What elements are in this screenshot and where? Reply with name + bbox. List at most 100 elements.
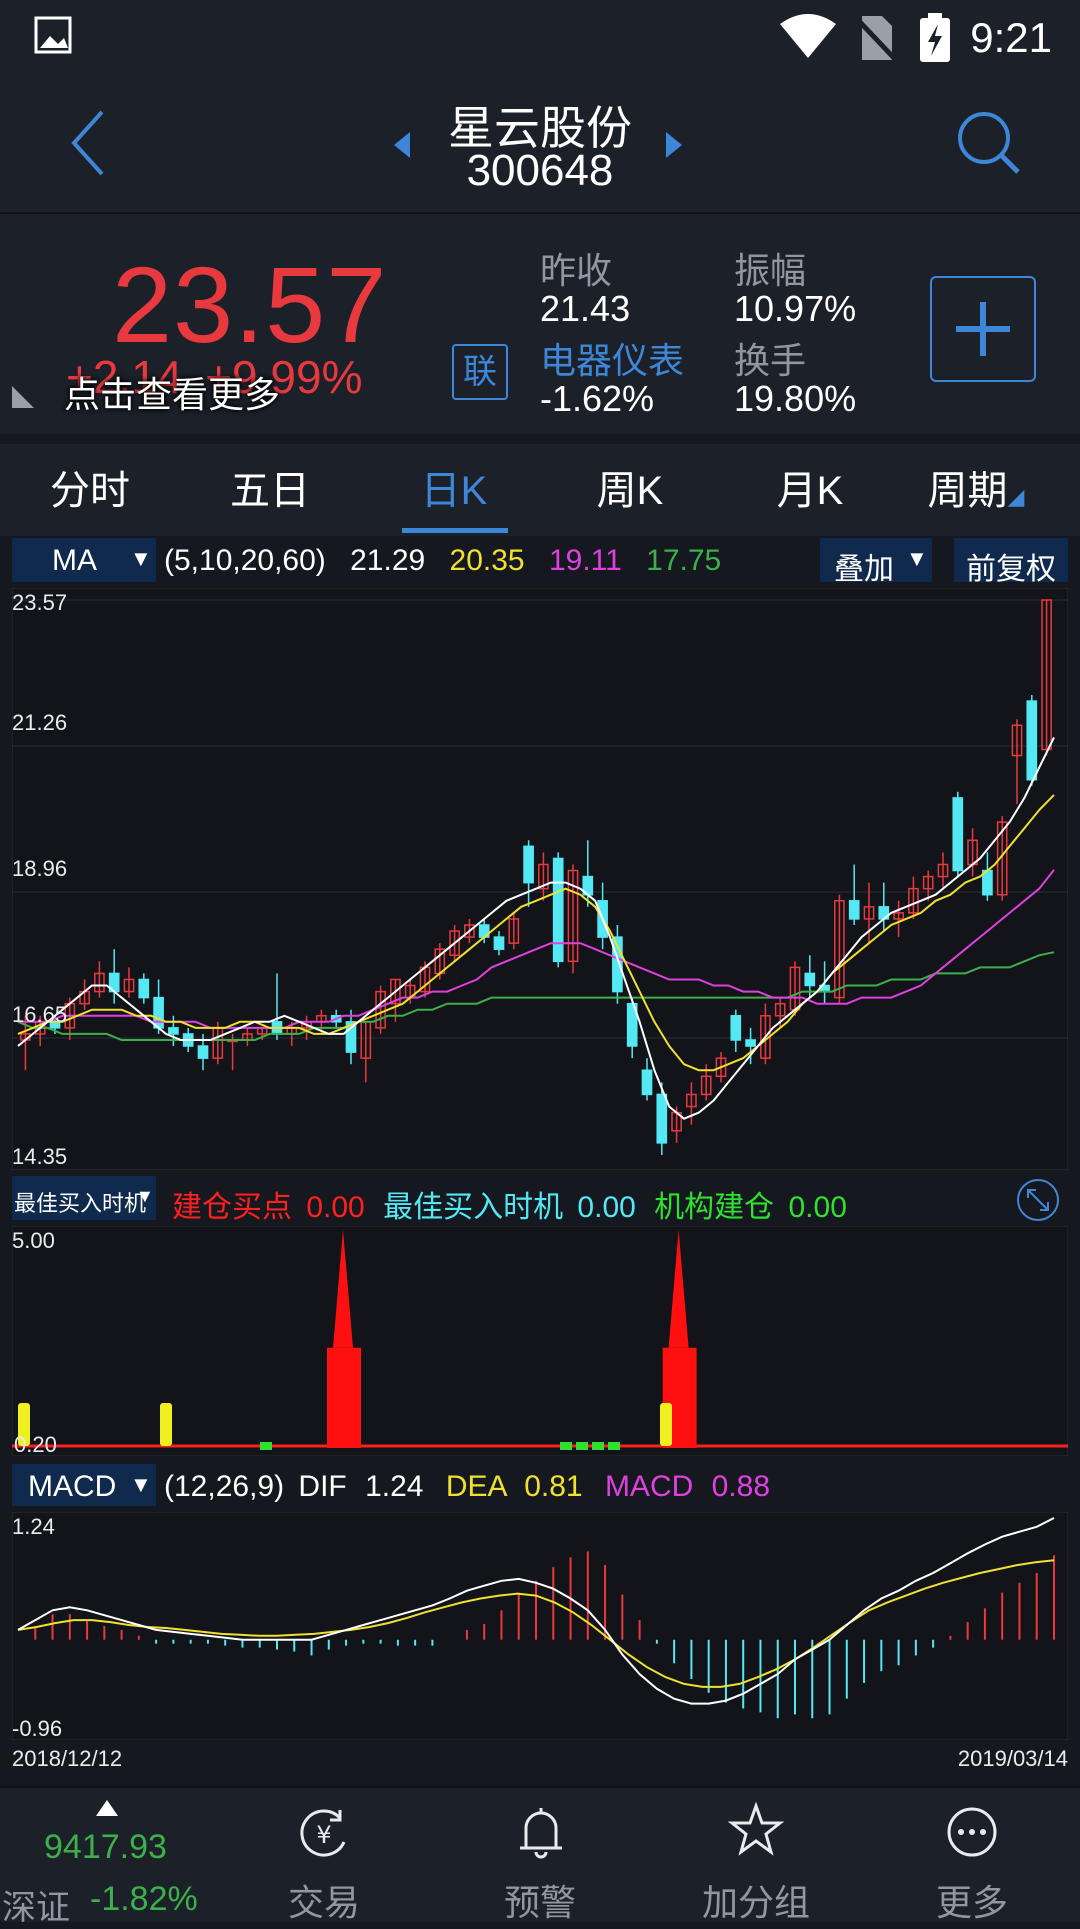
search-icon[interactable] — [956, 110, 1022, 176]
turnover-value: 19.80% — [734, 378, 857, 419]
macd-values: (12,26,9) DIF 1.24 DEA 0.81 MACD 0.88 — [164, 1470, 770, 1504]
price-axis-top: 23.57 — [12, 590, 68, 615]
chevron-down-icon: ▼ — [136, 1186, 154, 1206]
candle-body — [1026, 700, 1038, 781]
candle-body — [848, 900, 860, 920]
ma5-value: 21.29 — [350, 544, 426, 577]
inst-value: 0.00 — [788, 1191, 847, 1224]
chevron-down-icon: ▼ — [130, 546, 152, 571]
nav-add-group[interactable]: 加分组 — [676, 1788, 836, 1923]
ma-bar: MA ▼ (5,10,20,60) 21.29 20.35 19.11 17.7… — [0, 536, 1080, 586]
active-tab-indicator — [402, 528, 508, 533]
macd-selector-label: MACD — [28, 1470, 117, 1503]
dif-value: 1.24 — [365, 1470, 424, 1503]
macd-label: MACD — [604, 1470, 694, 1503]
candle-body — [552, 857, 564, 963]
star-icon — [728, 1802, 784, 1856]
tab-intraday[interactable]: 分时 — [10, 458, 170, 516]
view-more-hint[interactable]: 点击查看更多 — [64, 366, 280, 418]
price-axis-3: 18.96 — [12, 856, 68, 881]
macd-chart[interactable] — [12, 1512, 1068, 1740]
nav-alert[interactable]: 预警 — [460, 1788, 620, 1923]
tab-five-day[interactable]: 五日 — [190, 458, 350, 516]
nav-more-label: 更多 — [935, 1882, 1008, 1923]
tab-daily-k[interactable]: 日K — [374, 458, 534, 516]
macd-selector[interactable]: MACD ▼ — [12, 1464, 156, 1506]
candle-body — [523, 845, 534, 884]
candle-body — [153, 996, 164, 1029]
prev-close-value: 21.43 — [540, 288, 631, 329]
ma60-value: 17.75 — [646, 544, 722, 577]
ma-params: (5,10,20,60) — [164, 544, 326, 577]
dea-label: DEA — [445, 1470, 506, 1503]
macd-bar: MACD ▼ (12,26,9) DIF 1.24 DEA 0.81 MACD … — [0, 1460, 1080, 1510]
sector-change: -1.62% — [540, 378, 655, 419]
signal-peak-base — [327, 1347, 362, 1448]
overlay-selector[interactable]: 叠加 ▼ — [820, 538, 932, 586]
quote-panel[interactable]: 23.57 +2.14 +9.99% 点击查看更多 联 昨收 21.43 电器仪… — [0, 214, 1080, 434]
tab-weekly-k[interactable]: 周K — [550, 458, 710, 516]
signal-bar: 最佳买入时机 ▼ 建仓买点 0.00 最佳买入时机 0.00 机构建仓 0.00 — [0, 1172, 1080, 1224]
ma20-value: 19.11 — [548, 544, 622, 577]
candle-body — [804, 972, 816, 987]
dif-label: DIF — [298, 1470, 347, 1503]
nav-more[interactable]: 更多 — [892, 1788, 1052, 1923]
signal-selector-label: 最佳买入时机 — [14, 1191, 147, 1216]
wifi-icon — [780, 14, 836, 58]
chevron-down-icon: ▼ — [906, 546, 928, 571]
ma10-value: 20.35 — [449, 544, 525, 577]
bottom-nav: 9417.93 深证 -1.82% ¥ 交易 预警 加分组 更多 — [0, 1786, 1080, 1927]
nav-alert-label: 预警 — [503, 1882, 576, 1923]
candle-body — [730, 1015, 742, 1041]
macd-params: (12,26,9) — [164, 1470, 285, 1503]
chevron-down-icon: ▼ — [130, 1472, 152, 1497]
kline-chart[interactable] — [12, 588, 1068, 1170]
current-price: 23.57 — [112, 244, 388, 365]
build-label: 建仓买点 — [172, 1191, 292, 1224]
signal-chart[interactable] — [12, 1226, 1068, 1456]
date-end: 2019/03/14 — [957, 1746, 1068, 1771]
signal-selector[interactable]: 最佳买入时机 ▼ — [12, 1176, 156, 1220]
tab-monthly-k[interactable]: 月K — [730, 458, 890, 516]
price-axis-bottom: 14.35 — [12, 1144, 68, 1169]
next-stock-icon[interactable] — [664, 130, 684, 160]
add-watchlist-button[interactable] — [930, 276, 1036, 382]
kline-panel — [12, 588, 1068, 1170]
prev-close-label: 昨收 — [540, 250, 613, 291]
macd-axis-bottom: -0.96 — [12, 1716, 63, 1741]
expand-icon[interactable] — [1016, 1178, 1060, 1222]
signal-yellow-bar — [160, 1403, 172, 1446]
signal-green-mark — [592, 1442, 604, 1450]
signal-green-mark — [576, 1442, 588, 1450]
index-name: 深证 — [2, 1889, 70, 1927]
dea-value: 0.81 — [524, 1470, 583, 1503]
nav-trade[interactable]: ¥ 交易 — [244, 1788, 404, 1923]
signal-green-mark — [608, 1442, 620, 1450]
index-change: -1.82% — [90, 1880, 198, 1918]
candle-body — [493, 936, 505, 950]
ma-values: (5,10,20,60) 21.29 20.35 19.11 17.75 — [164, 544, 721, 578]
nav-trade-label: 交易 — [287, 1882, 360, 1923]
linked-button[interactable]: 联 — [452, 344, 508, 400]
signal-green-mark — [560, 1442, 572, 1450]
index-ticker[interactable]: 9417.93 深证 -1.82% — [0, 1788, 210, 1927]
more-icon — [947, 1807, 997, 1857]
candle-body — [641, 1069, 653, 1096]
status-bar: 9:21 — [0, 0, 1080, 80]
candle-body — [656, 1093, 668, 1144]
signal-axis-top: 5.00 — [12, 1228, 55, 1253]
bell-icon — [520, 1808, 562, 1859]
tab-period[interactable]: 周期◢ — [896, 458, 1056, 516]
sector-label[interactable]: 电器仪表 — [540, 332, 684, 384]
turnover-label: 换手 — [734, 340, 807, 381]
best-label: 最佳买入时机 — [383, 1191, 564, 1224]
yen-icon: ¥ — [300, 1809, 346, 1857]
amplitude-value: 10.97% — [734, 288, 857, 329]
ma-selector[interactable]: MA ▼ — [12, 538, 156, 582]
adjust-button[interactable]: 前复权 — [954, 538, 1068, 586]
svg-text:¥: ¥ — [316, 1821, 331, 1849]
dropdown-corner-icon: ◢ — [1007, 484, 1025, 509]
status-time: 9:21 — [970, 14, 1052, 61]
tab-period-label: 周期 — [927, 469, 1008, 513]
amplitude-label: 振幅 — [734, 250, 807, 291]
